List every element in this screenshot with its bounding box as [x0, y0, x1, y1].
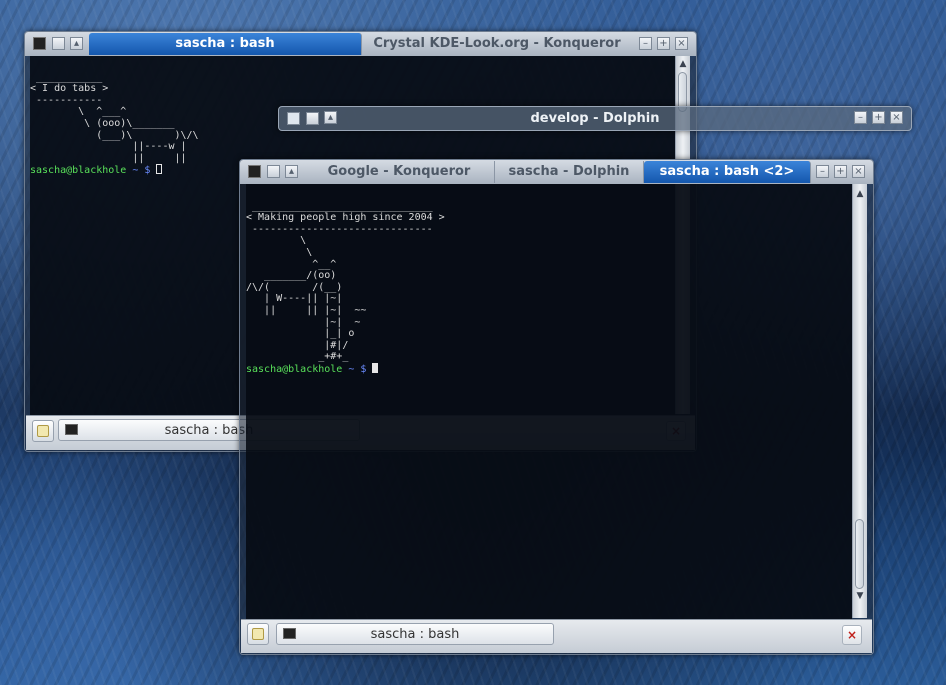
- maximize-icon[interactable]: +: [834, 165, 847, 178]
- sticky-icon[interactable]: [52, 37, 65, 50]
- terminal-prompt: sascha@blackhole: [246, 363, 343, 375]
- terminal-prompt-path: ~ $: [342, 363, 373, 375]
- window-menu-icon[interactable]: [33, 37, 46, 50]
- close-icon[interactable]: ×: [852, 165, 865, 178]
- window-menu-icon[interactable]: [248, 165, 261, 178]
- terminal-scrollbar[interactable]: ▲ ▼: [852, 184, 867, 618]
- window-title: develop - Dolphin: [530, 111, 660, 126]
- terminal-cursor: [156, 164, 163, 175]
- keep-above-icon[interactable]: ▴: [285, 165, 298, 178]
- close-icon[interactable]: ×: [675, 37, 688, 50]
- tab-google-konqueror[interactable]: Google - Konqueror: [304, 161, 495, 183]
- minimize-icon[interactable]: –: [639, 37, 652, 50]
- session-tab[interactable]: sascha : bash: [276, 623, 554, 645]
- titlebar[interactable]: ▴ Google - Konqueror sascha - Dolphin sa…: [240, 160, 873, 184]
- sticky-icon[interactable]: [267, 165, 280, 178]
- close-icon[interactable]: ×: [890, 111, 903, 124]
- keep-above-icon[interactable]: ▴: [70, 37, 83, 50]
- minimize-icon[interactable]: –: [854, 111, 867, 124]
- scroll-up-icon[interactable]: ▲: [853, 188, 867, 200]
- konsole-window-front: ▴ Google - Konqueror sascha - Dolphin sa…: [239, 159, 874, 655]
- tab-sascha-dolphin[interactable]: sascha - Dolphin: [495, 161, 644, 183]
- scroll-down-icon[interactable]: ▼: [853, 590, 867, 602]
- terminal-cursor: [372, 362, 379, 373]
- folder-icon[interactable]: [287, 112, 300, 125]
- scroll-up-icon[interactable]: ▲: [676, 58, 690, 70]
- terminal-output: ______________________________ < Making …: [246, 200, 445, 363]
- tab-crystal-kde-look[interactable]: Crystal KDE-Look.org - Konqueror: [362, 33, 632, 55]
- tab-sascha-bash-2[interactable]: sascha : bash <2>: [644, 161, 811, 183]
- terminal-area[interactable]: ______________________________ < Making …: [246, 184, 852, 623]
- dolphin-window: ▴ develop - Dolphin – + ×: [278, 106, 912, 131]
- new-tab-icon[interactable]: [247, 623, 269, 645]
- terminal-prompt: sascha@blackhole: [30, 165, 127, 177]
- titlebar[interactable]: ▴ sascha : bash Crystal KDE-Look.org - K…: [25, 32, 696, 56]
- tab-sascha-bash[interactable]: sascha : bash: [89, 33, 362, 55]
- terminal-output: ___________ < I do tabs > ----------- \ …: [30, 71, 199, 164]
- minimize-icon[interactable]: –: [816, 165, 829, 178]
- close-tab-icon[interactable]: ×: [842, 625, 862, 645]
- keep-above-icon[interactable]: ▴: [324, 111, 337, 124]
- terminal-prompt-path: ~ $: [126, 165, 157, 177]
- session-tabbar: sascha : bash ×: [241, 619, 872, 653]
- sticky-icon[interactable]: [306, 112, 319, 125]
- scrollbar-thumb[interactable]: [855, 519, 864, 589]
- new-tab-icon[interactable]: [32, 420, 54, 442]
- maximize-icon[interactable]: +: [657, 37, 670, 50]
- maximize-icon[interactable]: +: [872, 111, 885, 124]
